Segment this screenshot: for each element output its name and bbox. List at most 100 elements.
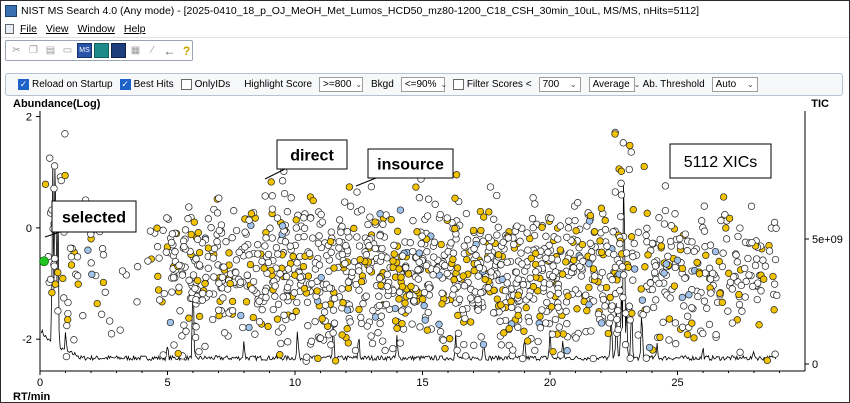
- ab-threshold-select[interactable]: Auto ⌄: [711, 77, 758, 92]
- xic-point: [50, 262, 58, 270]
- menu-file[interactable]: File: [20, 23, 37, 35]
- bkgd-select[interactable]: <=90% ⌄: [400, 77, 447, 92]
- menu-help[interactable]: Help: [124, 23, 146, 35]
- xic-point: [683, 312, 692, 320]
- xic-point: [415, 249, 423, 257]
- xic-point: [481, 275, 489, 284]
- table-icon[interactable]: ▦: [128, 43, 143, 58]
- xic-point: [107, 330, 116, 338]
- xic-point: [350, 224, 358, 233]
- xic-point: [175, 283, 183, 291]
- xic-point: [451, 194, 459, 202]
- print-icon[interactable]: ▭: [60, 43, 75, 58]
- compare-icon[interactable]: [111, 43, 126, 58]
- xic-point: [452, 171, 461, 179]
- xic-point: [153, 224, 161, 232]
- xic-point: [314, 239, 323, 247]
- xic-point: [496, 317, 504, 325]
- xic-point: [278, 177, 287, 185]
- help-icon[interactable]: ?: [179, 43, 194, 58]
- xic-point: [662, 260, 670, 268]
- xic-point: [410, 297, 418, 305]
- xic-point: [657, 242, 666, 250]
- xic-point: [551, 315, 560, 324]
- xic-point: [346, 202, 355, 210]
- xic-point: [220, 263, 228, 271]
- xic-point: [195, 248, 204, 257]
- xic-point: [769, 272, 777, 281]
- mz-icon[interactable]: ⁄: [145, 43, 160, 58]
- xic-point: [185, 276, 193, 284]
- best-hits-checkbox[interactable]: [119, 79, 131, 90]
- xic-point: [596, 237, 604, 245]
- app-icon: [5, 4, 17, 17]
- xic-point: [437, 240, 445, 249]
- xic-point: [369, 306, 377, 315]
- xic-scatter-plot[interactable]: Abundance(Log) TIC RT/min 20-25e+0900 5 10…: [1, 97, 849, 403]
- xic-point: [245, 216, 253, 224]
- xic-point: [628, 309, 636, 317]
- xic-point: [534, 337, 542, 346]
- xic-point: [390, 250, 398, 258]
- xic-point: [570, 256, 578, 264]
- xic-point: [621, 341, 630, 349]
- filter-bar: Reload on Startup Best Hits OnlyIDs High…: [5, 73, 843, 96]
- paste-icon[interactable]: ▤: [43, 43, 58, 58]
- xic-point: [204, 264, 212, 272]
- reload-on-startup-checkbox[interactable]: [18, 79, 29, 90]
- only-ids-checkbox[interactable]: [180, 79, 192, 90]
- xic-point: [753, 255, 761, 263]
- xic-point: [614, 325, 622, 334]
- xic-point: [84, 246, 92, 254]
- left-tick-label: 0: [26, 223, 32, 235]
- xic-point: [276, 270, 284, 278]
- xic-point: [751, 261, 760, 270]
- xic-point: [655, 279, 663, 288]
- cut-icon[interactable]: ✂: [9, 43, 24, 58]
- xic-point: [536, 324, 545, 332]
- xic-point: [563, 320, 571, 328]
- chevron-down-icon: ⌄: [569, 80, 577, 89]
- xic-point: [485, 208, 493, 216]
- xic-point: [262, 293, 270, 302]
- menu-window[interactable]: Window: [78, 23, 115, 35]
- xic-point: [155, 296, 164, 304]
- xic-point: [761, 262, 770, 270]
- filter-scores-checkbox[interactable]: [452, 79, 464, 90]
- xic-point: [477, 289, 485, 297]
- average-select[interactable]: Average ⌄: [588, 77, 640, 92]
- copy-icon[interactable]: ❐: [26, 43, 41, 58]
- xic-point: [153, 243, 162, 251]
- xic-point: [436, 210, 444, 219]
- xic-chart[interactable]: Abundance(Log) TIC RT/min 2 0 -2 5e+09 0 0 5 10…: [1, 97, 849, 403]
- xic-point: [542, 232, 550, 240]
- xic-point: [638, 296, 647, 304]
- xic-point: [559, 330, 567, 338]
- filter-scores-select[interactable]: 700 ⌄: [538, 77, 581, 92]
- xic-point: [652, 296, 660, 304]
- menu-view[interactable]: View: [46, 23, 69, 35]
- xic-point: [666, 237, 675, 246]
- xic-point: [518, 354, 527, 363]
- xic-point: [629, 276, 637, 284]
- xic-point: [357, 278, 366, 286]
- xic-point: [709, 269, 717, 277]
- back-arrow-icon[interactable]: ←: [162, 43, 177, 58]
- xic-point: [300, 214, 308, 222]
- xic-point: [637, 285, 645, 293]
- xic-point: [479, 237, 487, 245]
- xic-point: [209, 315, 217, 324]
- xic-point: [441, 345, 449, 353]
- xic-point: [719, 249, 727, 257]
- xic-point: [207, 224, 215, 232]
- highlight-score-select[interactable]: >=800 ⌄: [319, 77, 364, 92]
- xic-point: [54, 307, 62, 315]
- ms-search-icon[interactable]: MS: [77, 43, 92, 58]
- xic-point: [264, 258, 273, 267]
- xic-point: [640, 162, 648, 171]
- xic-point: [284, 265, 293, 273]
- xic-point: [459, 272, 467, 280]
- document-icon[interactable]: [5, 23, 14, 34]
- spectrum-icon[interactable]: [94, 43, 109, 58]
- xic-point: [254, 250, 262, 258]
